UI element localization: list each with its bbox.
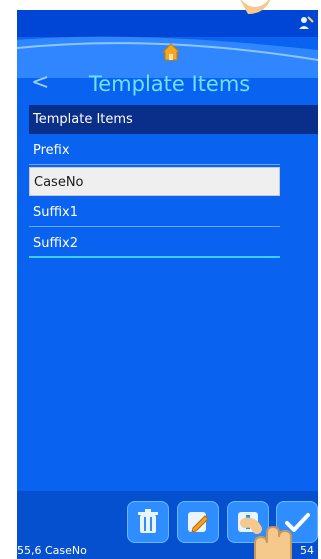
back-button[interactable]: <: [31, 68, 51, 98]
edit-icon: [188, 512, 209, 533]
delete-button[interactable]: [127, 501, 169, 543]
list-header: Template Items: [29, 105, 318, 134]
list-item-suffix1[interactable]: Suffix1: [29, 198, 280, 227]
page-title: Template Items: [89, 72, 251, 96]
app-screen: < Template Items Template Items Prefix C…: [17, 10, 318, 559]
list-item-prefix[interactable]: Prefix: [29, 136, 280, 165]
pointer-hand-top-icon: [240, 0, 271, 14]
edit-button[interactable]: [177, 501, 219, 543]
template-items-list: Prefix CaseNo Suffix1 Suffix2: [29, 136, 280, 260]
list-item-suffix2[interactable]: Suffix2: [29, 229, 280, 258]
home-icon[interactable]: [161, 42, 181, 62]
trash-icon: [138, 509, 158, 533]
footer-status-text: 55,6 CaseNo: [17, 544, 87, 557]
list-item-caseno[interactable]: CaseNo: [29, 167, 280, 196]
pointer-hand-icon: [240, 517, 292, 559]
